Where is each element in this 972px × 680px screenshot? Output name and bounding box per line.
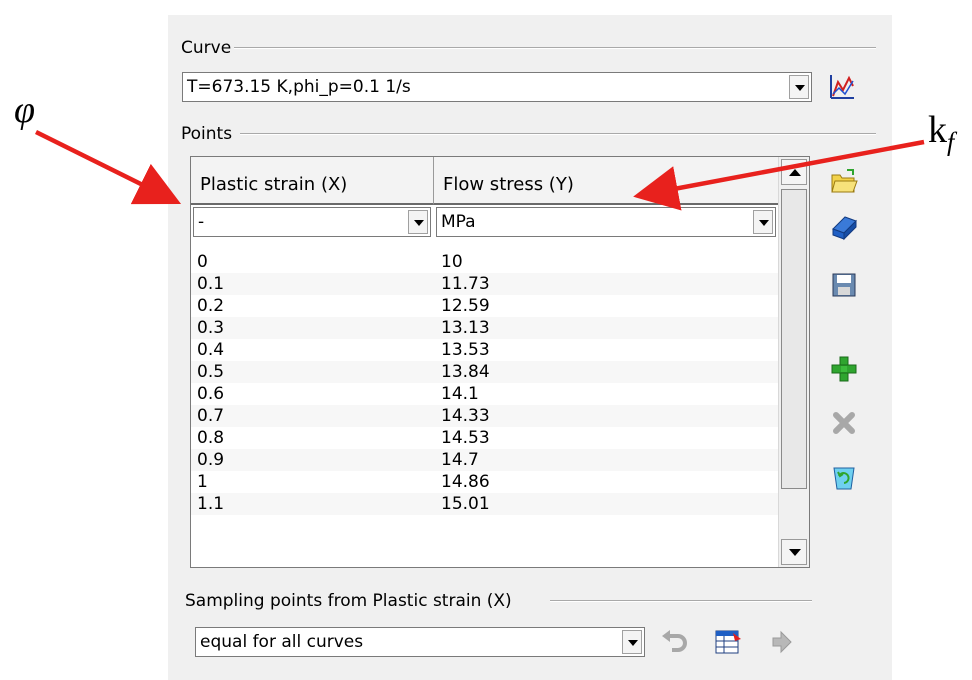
phi-arrow xyxy=(34,129,182,205)
annotation-arrows xyxy=(34,129,925,211)
kf-arrow xyxy=(633,139,925,211)
